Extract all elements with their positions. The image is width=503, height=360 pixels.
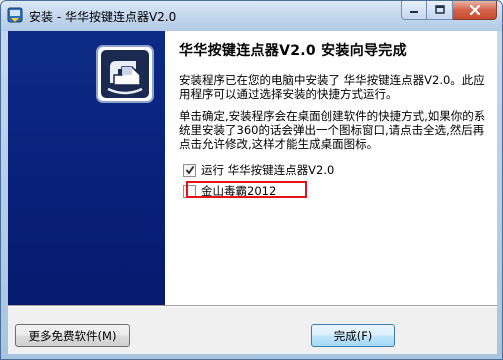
close-icon: [469, 4, 480, 15]
installer-icon: [7, 6, 23, 24]
caption-buttons: [401, 1, 497, 21]
wizard-footer: 更多免费软件(M) 完成(F): [8, 307, 497, 354]
close-button[interactable]: [453, 1, 497, 20]
wizard-sidebar: [8, 31, 165, 305]
shortcut-instructions-text: 单击确定,安装程序会在桌面创建软件的快捷方式,如果你的系统里安装了360的话会弹…: [179, 109, 486, 151]
run-app-option[interactable]: 运行 华华按键连点器V2.0: [183, 162, 334, 178]
more-free-software-button[interactable]: 更多免费软件(M): [15, 324, 130, 347]
maximize-icon: [434, 5, 445, 14]
checkmark-icon: [185, 165, 194, 175]
run-app-label: 运行 华华按键连点器V2.0: [201, 163, 335, 177]
wizard-heading: 华华按键连点器V2.0 安装向导完成: [179, 43, 407, 59]
highlight-annotation: [186, 181, 307, 198]
minimize-button[interactable]: [401, 1, 427, 20]
install-complete-text: 安装程序已在您的电脑中安装了 华华按键连点器V2.0。此应用程序可以通过选择安装…: [179, 73, 485, 101]
maximize-button[interactable]: [427, 1, 453, 20]
installer-window: 安装 - 华华按键连点器V2.0 华华按键连点器V2.0 安装向导完成 安装程序…: [0, 0, 503, 360]
minimize-icon: [410, 11, 418, 13]
run-app-checkbox[interactable]: [183, 163, 196, 177]
finish-button[interactable]: 完成(F): [311, 324, 395, 347]
wizard-client-area: 华华按键连点器V2.0 安装向导完成 安装程序已在您的电脑中安装了 华华按键连点…: [8, 31, 497, 354]
wizard-content: 华华按键连点器V2.0 安装向导完成 安装程序已在您的电脑中安装了 华华按键连点…: [165, 31, 497, 305]
installer-logo-icon: [96, 45, 154, 103]
window-title: 安装 - 华华按键连点器V2.0: [29, 10, 177, 24]
title-bar[interactable]: 安装 - 华华按键连点器V2.0: [1, 1, 502, 31]
